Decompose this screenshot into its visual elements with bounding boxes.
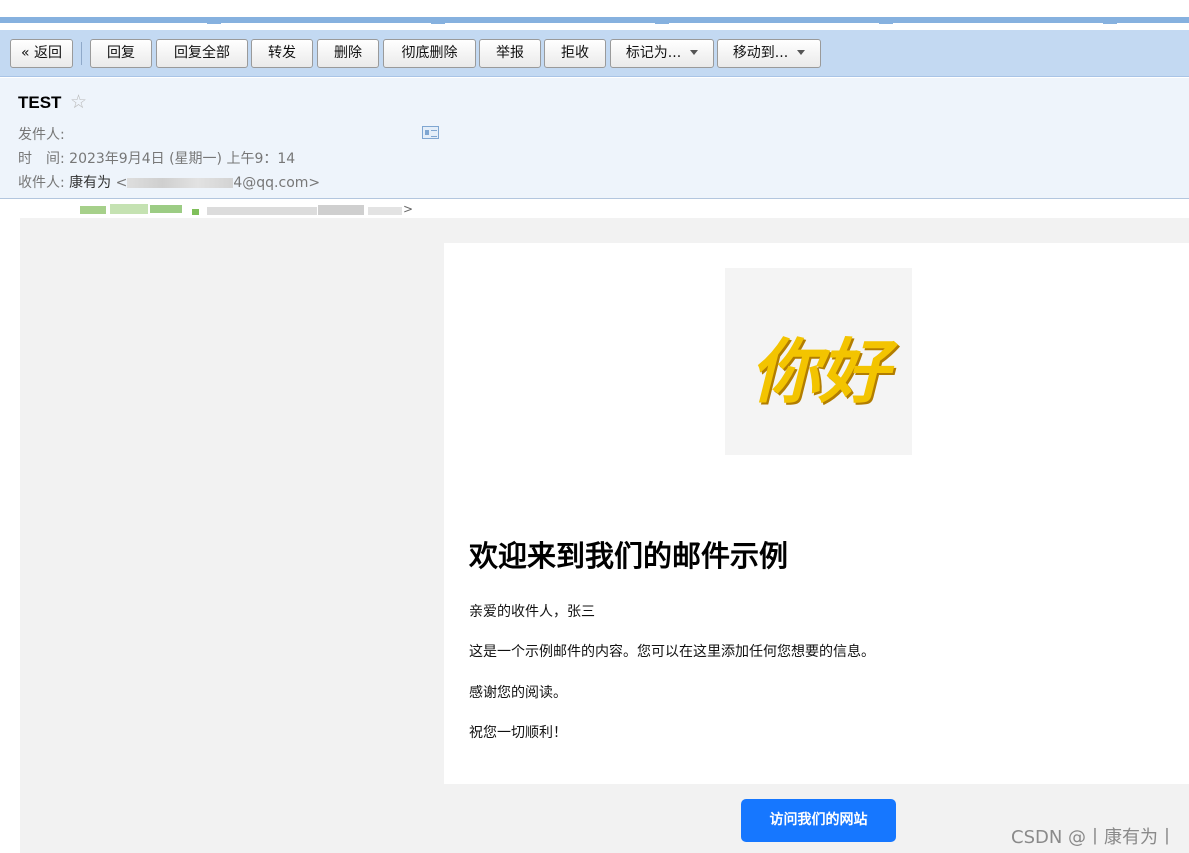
time-row: 时 间: 2023年9月4日 (星期一) 上午9：14	[18, 148, 295, 168]
forward-button[interactable]: 转发	[251, 39, 313, 68]
mail-toolbar: « 返回 回复 回复全部 转发 删除 彻底删除 举报 拒收 标记为... 移动到…	[0, 30, 1189, 77]
top-strip	[0, 17, 1189, 24]
time-label: 时 间:	[18, 151, 65, 167]
hello-logo-text: 你好	[750, 330, 889, 413]
greeting-text: 亲爱的收件人，张三	[469, 604, 595, 620]
mail-content-card: 你好 欢迎来到我们的邮件示例 亲爱的收件人，张三 这是一个示例邮件的内容。您可以…	[444, 243, 1189, 784]
recipient-name: 康有为	[69, 175, 112, 191]
reply-button[interactable]: 回复	[90, 39, 152, 68]
mark-as-label: 标记为...	[625, 45, 682, 61]
report-button[interactable]: 举报	[479, 39, 541, 68]
mail-title: 欢迎来到我们的邮件示例	[469, 539, 789, 573]
from-row: 发件人:	[18, 124, 65, 144]
thanks-text: 感谢您的阅读。	[469, 685, 567, 701]
toolbar-separator	[81, 42, 82, 65]
reply-all-button[interactable]: 回复全部	[156, 39, 248, 68]
closing-text: 祝您一切顺利！	[469, 725, 567, 741]
visit-website-button[interactable]: 访问我们的网站	[741, 799, 896, 842]
move-to-dropdown[interactable]: 移动到...	[717, 39, 821, 68]
back-button[interactable]: « 返回	[10, 39, 73, 68]
mail-subject: TEST	[18, 93, 62, 112]
move-to-label: 移动到...	[732, 45, 789, 61]
from-label: 发件人:	[18, 127, 65, 143]
delete-forever-button[interactable]: 彻底删除	[383, 39, 476, 68]
contact-card-icon[interactable]	[422, 126, 439, 139]
recipient-email-redacted	[127, 178, 234, 188]
dropdown-arrow-icon	[690, 50, 699, 55]
mail-header: TEST ☆ 发件人: > 时 间: 2023年9月4日 (星期一) 上午9：1…	[0, 78, 1189, 216]
csdn-watermark: CSDN @丨康有为丨	[1011, 827, 1177, 848]
dropdown-arrow-icon	[797, 50, 806, 55]
to-label: 收件人:	[18, 175, 65, 191]
body-text: 这是一个示例邮件的内容。您可以在这里添加任何您想要的信息。	[469, 644, 875, 660]
delete-button[interactable]: 删除	[317, 39, 379, 68]
star-icon[interactable]: ☆	[70, 91, 87, 113]
mark-as-dropdown[interactable]: 标记为...	[610, 39, 714, 68]
recipient-email-open: <	[111, 175, 128, 191]
time-value: 2023年9月4日 (星期一) 上午9：14	[69, 151, 296, 167]
reject-button[interactable]: 拒收	[544, 39, 606, 68]
hello-logo-image: 你好	[725, 268, 912, 455]
recipient-email-visible: 4@qq.com>	[233, 175, 321, 191]
to-row: 收件人: 康有为 <4@qq.com>	[18, 172, 320, 192]
